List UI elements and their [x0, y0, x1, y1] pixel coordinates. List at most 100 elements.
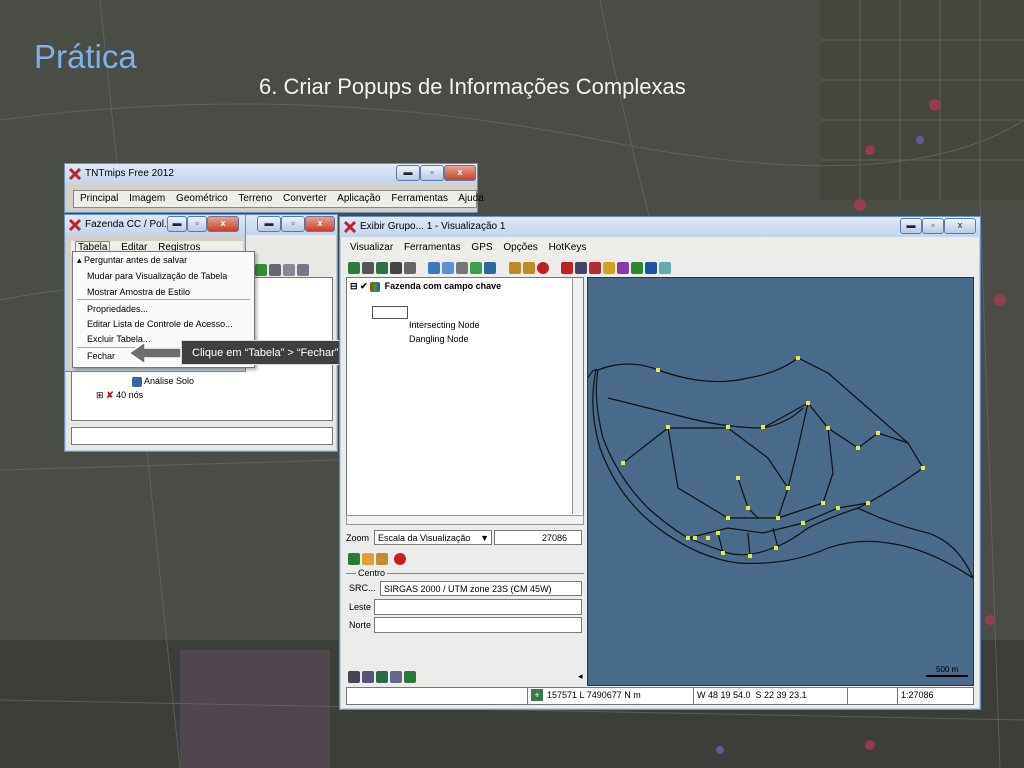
query-icon[interactable]: [484, 261, 497, 274]
close-button[interactable]: x: [444, 165, 476, 181]
layer-icon[interactable]: [255, 263, 267, 276]
maximize-button[interactable]: ▫: [420, 165, 444, 181]
crosshair-icon[interactable]: +: [531, 689, 543, 701]
zoom-value-input[interactable]: 27086: [494, 530, 582, 545]
zoom-mode-select[interactable]: Escala da Visualização ▼: [374, 530, 492, 545]
zoom-group-icon[interactable]: [362, 261, 374, 274]
minimize-button[interactable]: ▬: [257, 216, 281, 232]
map-canvas[interactable]: 500 m: [587, 277, 974, 686]
minimize-button[interactable]: ▬: [167, 216, 187, 232]
zoom-fit-icon[interactable]: [376, 670, 388, 683]
menu-gps[interactable]: GPS: [471, 242, 492, 253]
close-button[interactable]: x: [305, 216, 335, 232]
menu-opcoes[interactable]: Opções: [503, 242, 537, 253]
menu-terreno[interactable]: Terreno: [238, 193, 272, 204]
scale-bar-label: 500 m: [936, 665, 959, 674]
list-icon[interactable]: [348, 670, 360, 683]
maximize-button[interactable]: ▫: [922, 218, 944, 234]
menu-item-editar-acesso[interactable]: Editar Lista de Controle de Acesso...: [87, 319, 233, 329]
menu-item-visualizacao-tabela[interactable]: Mudar para Visualização de Tabela: [87, 271, 227, 281]
leste-field[interactable]: [374, 599, 582, 615]
menu-item-amostra-estilo[interactable]: Mostrar Amostra de Estilo: [87, 287, 190, 297]
redraw-icon[interactable]: [348, 261, 360, 274]
menu-ajuda[interactable]: Ajuda: [458, 193, 484, 204]
status-divider: [693, 688, 694, 704]
menu-ferramentas[interactable]: Ferramentas: [404, 242, 461, 253]
menu-principal[interactable]: Principal: [80, 193, 118, 204]
layers-icon[interactable]: [645, 261, 658, 274]
checkbox-icon[interactable]: ✔: [360, 281, 368, 291]
legend-h-scrollbar[interactable]: [346, 515, 584, 525]
settings-icon[interactable]: [659, 261, 672, 274]
close-button[interactable]: x: [944, 218, 976, 234]
table-icon[interactable]: [283, 263, 295, 276]
pen-icon[interactable]: [603, 261, 616, 274]
close-button[interactable]: x: [207, 216, 239, 232]
add-point-icon[interactable]: [470, 261, 483, 274]
main-window-titlebar[interactable]: TNTmips Free 2012 ▬ ▫ x: [65, 164, 477, 184]
menu-geometrico[interactable]: Geométrico: [176, 193, 228, 204]
tool-icon[interactable]: [404, 670, 416, 683]
src-field[interactable]: SIRGAS 2000 / UTM zone 23S (CM 45W): [380, 581, 582, 596]
main-window: TNTmips Free 2012 ▬ ▫ x Principal Imagem…: [64, 163, 484, 213]
scale-bar: 500 m: [926, 665, 968, 677]
minimize-button[interactable]: ▬: [900, 218, 922, 234]
status-latlon: W 48 19 54.0 S 22 39 23.1: [697, 690, 807, 700]
legend-panel: ⊟ ✔ Fazenda com campo chave Intersecting…: [346, 277, 584, 517]
grid-icon[interactable]: [269, 263, 281, 276]
status-coords: 157571 L 7490677 N m: [547, 690, 641, 700]
select-icon[interactable]: [442, 261, 455, 274]
collapse-arrow-icon[interactable]: ◂: [578, 671, 583, 682]
zoom-icon[interactable]: [575, 261, 588, 274]
map-icon[interactable]: [631, 261, 644, 274]
maximize-button[interactable]: ▫: [187, 216, 207, 232]
norte-field[interactable]: [374, 617, 582, 633]
edit-icon[interactable]: [617, 261, 630, 274]
menu-item-fechar[interactable]: Fechar: [87, 351, 115, 361]
save-icon[interactable]: [376, 552, 388, 565]
camera-icon[interactable]: [404, 261, 416, 274]
maximize-button[interactable]: ▫: [281, 216, 305, 232]
legend-layer-row[interactable]: ⊟ ✔ Fazenda com campo chave: [350, 281, 501, 292]
stop-icon[interactable]: [536, 261, 549, 274]
list-icon[interactable]: [297, 263, 309, 276]
menu-item-propriedades[interactable]: Propriedades...: [87, 304, 148, 314]
cancel-icon[interactable]: [394, 552, 406, 565]
zoom-layer-icon[interactable]: [376, 261, 388, 274]
collapse-icon[interactable]: ⊟: [350, 281, 358, 291]
fazenda-titlebar[interactable]: Fazenda CC / Pol... ▬ ▫ x: [65, 215, 245, 235]
minimize-button[interactable]: ▬: [396, 165, 420, 181]
menu-ferramentas[interactable]: Ferramentas: [391, 193, 448, 204]
view-window: Exibir Grupo... 1 - Visualização 1 ▬ ▫ x…: [339, 216, 981, 710]
src-label: SRC...: [349, 583, 376, 593]
menu-hotkeys[interactable]: HotKeys: [549, 242, 587, 253]
expand-icon[interactable]: ⊞: [96, 390, 104, 400]
locate-icon[interactable]: [348, 552, 360, 565]
view-titlebar[interactable]: Exibir Grupo... 1 - Visualização 1 ▬ ▫ x: [340, 217, 980, 237]
measure-icon[interactable]: [456, 261, 469, 274]
table-icon: [132, 376, 142, 387]
legend-item-dangling: Dangling Node: [409, 334, 469, 344]
forward-icon[interactable]: [522, 261, 535, 274]
centro-label: Centro: [356, 568, 388, 578]
folder-icon[interactable]: [362, 552, 374, 565]
search-icon[interactable]: [390, 670, 402, 683]
legend-scrollbar[interactable]: [572, 278, 583, 514]
back-icon[interactable]: [508, 261, 521, 274]
slide-subtitle: 6. Criar Popups de Informações Complexas: [259, 74, 686, 99]
menu-visualizar[interactable]: Visualizar: [350, 242, 393, 253]
tree-item-analise-solo[interactable]: Análise Solo: [132, 376, 194, 387]
menu-converter[interactable]: Converter: [283, 193, 327, 204]
cancel-icon[interactable]: [561, 261, 574, 274]
pointer-icon[interactable]: [589, 261, 602, 274]
pan-icon[interactable]: [428, 261, 441, 274]
binoculars-icon[interactable]: [390, 261, 402, 274]
menu-item-perguntar[interactable]: ▴ Perguntar antes de salvar: [77, 255, 187, 266]
menu-aplicacao[interactable]: Aplicação: [337, 193, 380, 204]
zoom-in-icon[interactable]: [362, 670, 374, 683]
slide-title: Prática: [34, 38, 137, 75]
tree-item-40-nos[interactable]: ⊞ ✘ 40 nós: [96, 390, 143, 401]
callout-text: Clique em “Tabela” > “Fechar” .: [192, 347, 345, 359]
menu-imagem[interactable]: Imagem: [129, 193, 165, 204]
status-divider: [897, 688, 898, 704]
